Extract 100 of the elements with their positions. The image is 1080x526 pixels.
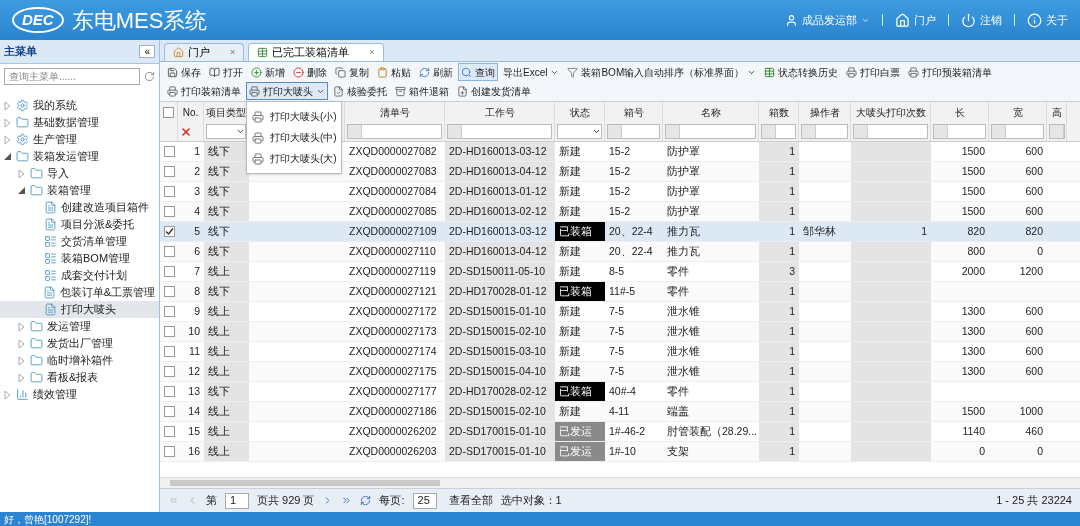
collapsed-arrow-icon[interactable] <box>4 101 12 110</box>
tree-item[interactable]: 装箱管理 <box>0 182 159 199</box>
row-checkbox[interactable] <box>163 326 175 337</box>
tree-item[interactable]: 装箱发运管理 <box>0 148 159 165</box>
tree-item[interactable]: 发货出厂管理 <box>0 335 159 352</box>
row-checkbox[interactable] <box>163 426 175 437</box>
column-header[interactable]: No. <box>182 104 199 120</box>
toolbar-button[interactable]: 打开 <box>206 63 246 81</box>
filter-select[interactable] <box>206 124 246 139</box>
table-row[interactable]: 14 线上 ZXQD0000027186 2D-SD150015-02-10 新建 4-11 端盖 1 1500 1000 <box>160 402 1080 422</box>
tree-item[interactable]: 交货清单管理 <box>0 233 159 250</box>
search-field[interactable]: 查询主菜单...... <box>4 68 140 85</box>
expanded-arrow-icon[interactable] <box>4 153 12 160</box>
tree-item[interactable]: 我的系统 <box>0 97 159 114</box>
column-header[interactable]: 状态 <box>569 104 590 120</box>
column-header[interactable]: 工作号 <box>484 104 515 120</box>
refresh-icon[interactable] <box>144 71 155 82</box>
toolbar-button[interactable]: 打印装箱清单 <box>164 82 244 100</box>
select-all-checkbox[interactable] <box>163 106 174 118</box>
row-checkbox[interactable] <box>163 366 175 377</box>
tree-item[interactable]: 生产管理 <box>0 131 159 148</box>
table-row[interactable]: 10 线上 ZXQD0000027173 2D-SD150015-02-10 新建 7-5 泄水锥 1 1300 600 <box>160 322 1080 342</box>
close-tab-button[interactable]: × <box>369 45 375 60</box>
filter-select[interactable] <box>557 124 602 139</box>
filter-field[interactable] <box>933 124 986 139</box>
filter-field[interactable] <box>665 124 756 139</box>
tree-item[interactable]: 基础数据管理 <box>0 114 159 131</box>
table-row[interactable]: 5 线下 ZXQD0000027109 2D-HD160013-03-12 已装箱 20、22-4 推力瓦 1 邹华林 1 820 820 <box>160 222 1080 242</box>
toolbar-button[interactable]: 保存 <box>164 63 204 81</box>
first-page-icon[interactable] <box>168 495 179 506</box>
tree-item[interactable]: 绩效管理 <box>0 386 159 403</box>
toolbar-button[interactable]: 粘贴 <box>374 63 414 81</box>
toolbar-button[interactable]: 删除 <box>290 63 330 81</box>
table-row[interactable]: 12 线上 ZXQD0000027175 2D-SD150015-04-10 新建 7-5 泄水锥 1 1300 600 <box>160 362 1080 382</box>
last-page-icon[interactable] <box>341 495 353 506</box>
filter-field[interactable] <box>1049 124 1065 139</box>
tree-item[interactable]: 项目分派&委托 <box>0 216 159 233</box>
column-header[interactable]: 长 <box>954 104 965 120</box>
tree-item[interactable]: 装箱BOM管理 <box>0 250 159 267</box>
per-page-field[interactable]: 25 <box>412 492 437 509</box>
filter-field[interactable] <box>761 124 796 139</box>
toolbar-button[interactable]: 箱件退箱 <box>392 82 452 100</box>
filter-field[interactable] <box>607 124 660 139</box>
collapsed-arrow-icon[interactable] <box>18 356 26 365</box>
header-link[interactable]: 注销 <box>961 11 1002 29</box>
table-row[interactable]: 7 线上 ZXQD0000027119 2D-SD150011-05-10 新建 8-5 零件 3 2000 1200 <box>160 262 1080 282</box>
row-checkbox[interactable] <box>163 286 175 297</box>
column-header[interactable]: 项目类型 <box>206 104 246 120</box>
row-checkbox[interactable] <box>163 406 175 417</box>
table-row[interactable]: 6 线下 ZXQD0000027110 2D-HD160013-04-12 新建 20、22-4 推力瓦 1 800 0 <box>160 242 1080 262</box>
column-header[interactable]: 高 <box>1051 104 1062 120</box>
column-header[interactable]: 名称 <box>700 104 721 120</box>
menu-item[interactable]: 打印大唛头(小) <box>247 106 341 127</box>
table-row[interactable]: 4 线下 ZXQD0000027085 2D-HD160013-02-12 新建 15-2 防护罩 1 1500 600 <box>160 202 1080 222</box>
toolbar-button[interactable]: 核验委托 <box>330 82 390 100</box>
table-row[interactable]: 3 线下 ZXQD0000027084 2D-HD160013-01-12 新建 15-2 防护罩 1 1500 600 <box>160 182 1080 202</box>
row-checkbox[interactable] <box>163 206 175 217</box>
collapsed-arrow-icon[interactable] <box>18 339 26 348</box>
toolbar-button[interactable]: 导出Excel <box>500 63 563 81</box>
row-checkbox[interactable] <box>163 386 175 397</box>
toolbar-button[interactable]: 打印白票 <box>843 63 904 81</box>
clear-filter-icon[interactable] <box>180 125 192 138</box>
row-checkbox[interactable] <box>163 266 175 277</box>
column-header[interactable]: 大唛头打印次数 <box>855 104 926 120</box>
toolbar-button[interactable]: 复制 <box>332 63 372 81</box>
view-all-link[interactable]: 查看全部 <box>448 492 493 509</box>
row-checkbox[interactable] <box>163 226 175 237</box>
table-row[interactable]: 13 线下 ZXQD0000027177 2D-HD170028-02-12 已装箱 40#-4 零件 1 <box>160 382 1080 402</box>
row-checkbox[interactable] <box>163 166 175 177</box>
table-row[interactable]: 9 线上 ZXQD0000027172 2D-SD150015-01-10 新建 7-5 泄水锥 1 1300 600 <box>160 302 1080 322</box>
toolbar-button[interactable]: 打印大唛头 <box>246 82 328 100</box>
table-row[interactable]: 15 线上 ZXQD0000026202 2D-SD170015-01-10 已发运 1#-46-2 肘管装配（28.29... 1 1140 460 <box>160 422 1080 442</box>
table-row[interactable]: 8 线下 ZXQD0000027121 2D-HD170028-01-12 已装箱 11#-5 零件 1 <box>160 282 1080 302</box>
tree-item[interactable]: 看板&报表 <box>0 369 159 386</box>
table-row[interactable]: 16 线上 ZXQD0000026203 2D-SD170015-01-10 已发运 1#-10 支架 1 0 0 <box>160 442 1080 462</box>
row-checkbox[interactable] <box>163 146 175 157</box>
row-checkbox[interactable] <box>163 306 175 317</box>
filter-field[interactable] <box>447 124 552 139</box>
collapsed-arrow-icon[interactable] <box>4 118 12 127</box>
column-header[interactable]: 操作者 <box>809 104 840 120</box>
tree-item[interactable]: 包装订单&工票管理 <box>0 284 159 301</box>
tree-item[interactable]: 成套交付计划 <box>0 267 159 284</box>
tree-item[interactable]: 导入 <box>0 165 159 182</box>
tree-item[interactable]: 创建改造项目箱件 <box>0 199 159 216</box>
tree-item[interactable]: 发运管理 <box>0 318 159 335</box>
table-row[interactable]: 11 线上 ZXQD0000027174 2D-SD150015-03-10 新建 7-5 泄水锥 1 1300 600 <box>160 342 1080 362</box>
page-field[interactable]: 1 <box>225 492 249 509</box>
filter-field[interactable] <box>347 124 442 139</box>
toolbar-button[interactable]: 装箱BOM输入自动排序（标准界面） <box>564 63 760 81</box>
filter-field[interactable] <box>801 124 848 139</box>
collapsed-arrow-icon[interactable] <box>18 322 26 331</box>
tree-item[interactable]: 临时增补箱件 <box>0 352 159 369</box>
tab[interactable]: 门户 × <box>164 43 245 61</box>
filter-field[interactable] <box>991 124 1044 139</box>
column-header[interactable]: 清单号 <box>379 104 410 120</box>
column-header[interactable]: 箱数 <box>768 104 789 120</box>
expanded-arrow-icon[interactable] <box>18 187 26 194</box>
column-header[interactable]: 宽 <box>1012 104 1023 120</box>
filter-field[interactable] <box>853 124 928 139</box>
column-header[interactable]: 箱号 <box>623 104 644 120</box>
